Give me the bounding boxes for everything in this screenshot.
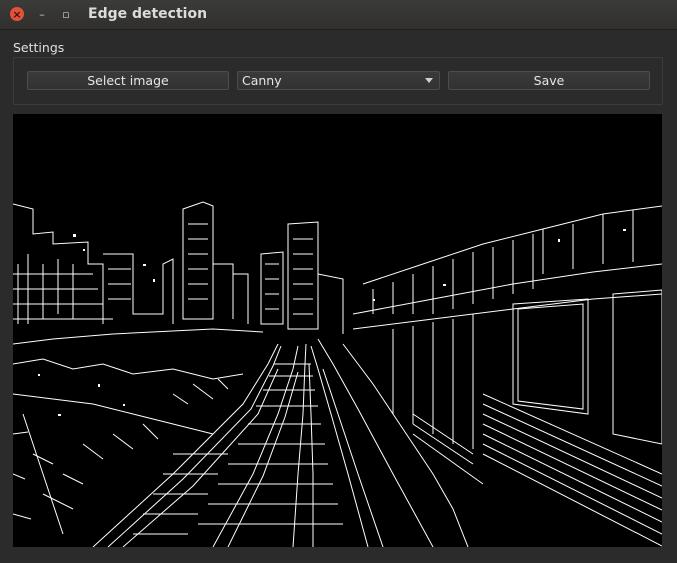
edge-image bbox=[13, 114, 662, 547]
chevron-down-icon bbox=[425, 78, 433, 83]
main-content: Settings Select image Canny Save bbox=[0, 30, 677, 563]
close-icon[interactable]: × bbox=[10, 7, 24, 21]
window-bottom-strip bbox=[0, 547, 677, 563]
settings-group-label: Settings bbox=[13, 40, 65, 55]
title-bar: × – ▫ Edge detection bbox=[0, 0, 677, 30]
maximize-icon[interactable]: ▫ bbox=[59, 7, 73, 21]
method-dropdown[interactable]: Canny bbox=[237, 71, 440, 90]
method-dropdown-value: Canny bbox=[242, 73, 282, 88]
window-title: Edge detection bbox=[88, 6, 208, 22]
edge-image-view bbox=[13, 114, 662, 547]
minimize-icon[interactable]: – bbox=[35, 7, 49, 21]
save-button[interactable]: Save bbox=[448, 71, 650, 90]
select-image-button[interactable]: Select image bbox=[27, 71, 229, 90]
